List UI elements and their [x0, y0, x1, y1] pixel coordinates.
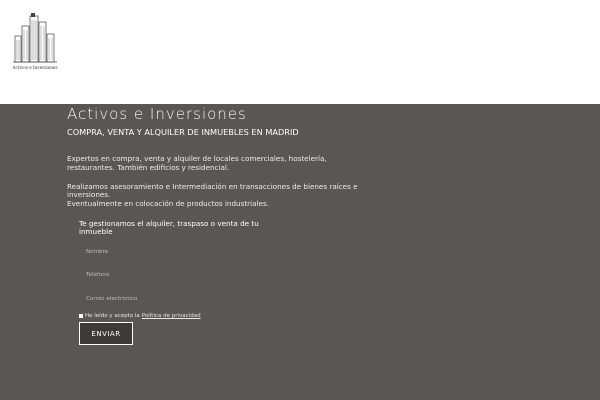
services-line-1: Realizamos asesoramiento e Intermediació… — [67, 182, 358, 200]
phone-input[interactable] — [79, 267, 269, 283]
privacy-policy-link[interactable]: Política de privacidad — [142, 313, 201, 319]
buildings-logo-icon — [13, 13, 57, 63]
logo[interactable]: Activos e Inversiones — [12, 12, 58, 74]
logo-text: Activos e Inversiones — [12, 65, 58, 70]
submit-button[interactable]: ENVIAR — [79, 322, 133, 345]
email-input[interactable] — [79, 291, 269, 307]
consent-label: He leído y acepto la — [85, 313, 140, 319]
form-title: Te gestionamos el alquiler, traspaso o v… — [79, 219, 259, 237]
name-input[interactable] — [79, 244, 269, 260]
intro-paragraph: Expertos en compra, venta y alquiler de … — [67, 154, 327, 172]
services-line-2: Eventualmente en colocación de productos… — [67, 198, 269, 208]
consent-row: He leído y acepto la Política de privaci… — [79, 312, 201, 320]
page-title: Activos e Inversiones — [67, 105, 247, 123]
services-paragraph: Realizamos asesoramiento e Intermediació… — [67, 182, 367, 208]
site-header: Activos e Inversiones — [0, 0, 600, 104]
consent-checkbox[interactable] — [79, 314, 83, 318]
page-subtitle: COMPRA, VENTA Y ALQUILER DE INMUEBLES EN… — [67, 127, 299, 137]
